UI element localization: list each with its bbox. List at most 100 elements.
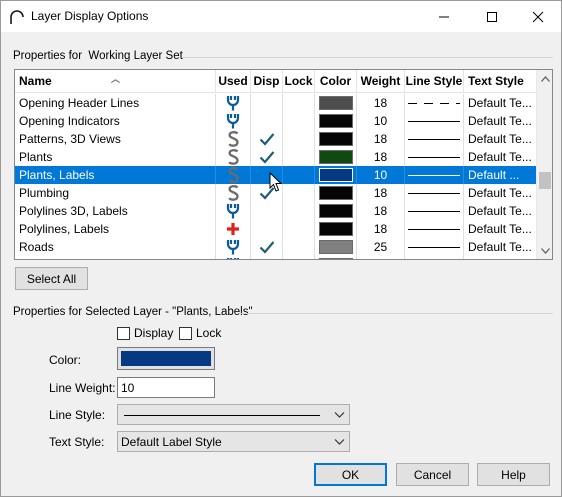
column-header-text-style[interactable]: Text Style — [464, 70, 536, 93]
text-style-cell[interactable]: Default Te... — [464, 148, 536, 166]
display-toggle-cell[interactable] — [251, 112, 283, 130]
text-style-cell[interactable]: Default Te... — [464, 256, 536, 259]
line-style-cell[interactable] — [405, 112, 464, 130]
weight-cell[interactable]: 18 — [357, 130, 405, 148]
column-header-lock[interactable]: Lock — [283, 70, 315, 93]
text-style-cell[interactable]: Default Te... — [464, 184, 536, 202]
help-button[interactable]: Help — [477, 463, 550, 486]
color-cell[interactable] — [315, 112, 357, 130]
color-cell[interactable] — [315, 184, 357, 202]
column-header-name[interactable]: Name ︿ — [15, 70, 216, 93]
display-toggle-cell[interactable] — [251, 130, 283, 148]
weight-cell[interactable]: 18 — [357, 148, 405, 166]
cancel-button[interactable]: Cancel — [396, 463, 469, 486]
lock-toggle-cell[interactable] — [283, 112, 315, 130]
scroll-down-button[interactable] — [537, 242, 552, 259]
column-header-line-style[interactable]: Line Style — [405, 70, 464, 93]
table-row[interactable]: Opening Indicators 10 Default Te... — [15, 112, 536, 130]
line-style-cell[interactable] — [405, 94, 464, 112]
properties-prefix: Properties for — [13, 50, 83, 62]
text-style-cell[interactable]: Default Te... — [464, 112, 536, 130]
weight-cell[interactable]: 18 — [357, 256, 405, 259]
column-header-weight[interactable]: Weight — [357, 70, 405, 93]
line-style-cell[interactable] — [405, 202, 464, 220]
color-cell[interactable] — [315, 130, 357, 148]
wrench-icon — [226, 204, 240, 219]
lock-toggle-cell[interactable] — [283, 166, 315, 184]
weight-cell[interactable]: 25 — [357, 238, 405, 256]
weight-cell[interactable]: 18 — [357, 94, 405, 112]
color-cell[interactable] — [315, 166, 357, 184]
lock-toggle-cell[interactable] — [283, 238, 315, 256]
line-style-cell[interactable] — [405, 166, 464, 184]
display-toggle-cell[interactable] — [251, 220, 283, 238]
line-style-cell[interactable] — [405, 238, 464, 256]
table-row[interactable]: Polylines, Labels 18 Default Te... — [15, 220, 536, 238]
lock-toggle-cell[interactable] — [283, 184, 315, 202]
table-row[interactable]: Plants 18 Default Te... — [15, 148, 536, 166]
display-toggle-cell[interactable] — [251, 148, 283, 166]
line-style-cell[interactable] — [405, 130, 464, 148]
line-style-cell[interactable] — [405, 256, 464, 259]
color-cell[interactable] — [315, 256, 357, 259]
color-swatch — [318, 222, 353, 236]
color-label: Color: — [49, 353, 82, 367]
weight-cell[interactable]: 18 — [357, 184, 405, 202]
text-style-cell[interactable]: Default Te... — [464, 130, 536, 148]
scroll-thumb[interactable] — [539, 172, 551, 189]
maximize-icon — [487, 11, 497, 22]
display-toggle-cell[interactable] — [251, 94, 283, 112]
line-weight-input[interactable]: 10 — [117, 377, 215, 398]
table-row[interactable]: Opening Header Lines 18 Default Te... — [15, 94, 536, 112]
line-style-label: Line Style: — [49, 408, 106, 422]
color-cell[interactable] — [315, 148, 357, 166]
ok-button[interactable]: OK — [314, 463, 387, 486]
text-style-cell[interactable]: Default ... — [464, 166, 536, 184]
text-style-cell[interactable]: Default Te... — [464, 202, 536, 220]
scroll-up-button[interactable] — [537, 70, 552, 87]
column-header-disp[interactable]: Disp — [251, 70, 283, 93]
line-style-cell[interactable] — [405, 184, 464, 202]
text-style-cell[interactable]: Default Te... — [464, 220, 536, 238]
text-style-select[interactable]: Default Label Style — [117, 431, 350, 452]
color-cell[interactable] — [315, 220, 357, 238]
weight-cell[interactable]: 18 — [357, 220, 405, 238]
column-header-color[interactable]: Color — [315, 70, 357, 93]
weight-cell[interactable]: 18 — [357, 202, 405, 220]
color-picker-button[interactable] — [117, 347, 215, 370]
lock-toggle-cell[interactable] — [283, 130, 315, 148]
table-row[interactable]: Roads, Curve Names 18 Default Te... — [15, 256, 536, 259]
table-vertical-scrollbar[interactable] — [536, 70, 552, 259]
minimize-button[interactable] — [421, 1, 467, 32]
color-cell[interactable] — [315, 238, 357, 256]
weight-cell[interactable]: 10 — [357, 166, 405, 184]
lock-toggle-cell[interactable] — [283, 202, 315, 220]
maximize-button[interactable] — [469, 1, 515, 32]
color-cell[interactable] — [315, 202, 357, 220]
lock-toggle-cell[interactable] — [283, 94, 315, 112]
lock-toggle-cell[interactable] — [283, 220, 315, 238]
wrench-icon — [226, 240, 240, 255]
checkmark-icon — [259, 133, 274, 146]
lock-toggle-cell[interactable] — [283, 148, 315, 166]
text-style-cell[interactable]: Default Te... — [464, 238, 536, 256]
table-row[interactable]: Patterns, 3D Views 18 Default Te... — [15, 130, 536, 148]
display-toggle-cell[interactable] — [251, 238, 283, 256]
lock-toggle-cell[interactable] — [283, 256, 315, 259]
table-row[interactable]: Roads 25 Default Te... — [15, 238, 536, 256]
select-all-button[interactable]: Select All — [15, 267, 88, 290]
text-style-cell[interactable]: Default Te... — [464, 94, 536, 112]
display-toggle-cell[interactable] — [251, 202, 283, 220]
lock-checkbox[interactable] — [179, 327, 192, 340]
column-header-used[interactable]: Used — [216, 70, 251, 93]
color-cell[interactable] — [315, 94, 357, 112]
line-style-cell[interactable] — [405, 148, 464, 166]
display-toggle-cell[interactable] — [251, 256, 283, 259]
display-checkbox[interactable] — [117, 327, 130, 340]
line-style-cell[interactable] — [405, 220, 464, 238]
line-style-select[interactable] — [117, 404, 350, 425]
close-button[interactable] — [515, 1, 561, 32]
used-cell — [216, 94, 251, 112]
table-row[interactable]: Polylines 3D, Labels 18 Default Te... — [15, 202, 536, 220]
weight-cell[interactable]: 10 — [357, 112, 405, 130]
